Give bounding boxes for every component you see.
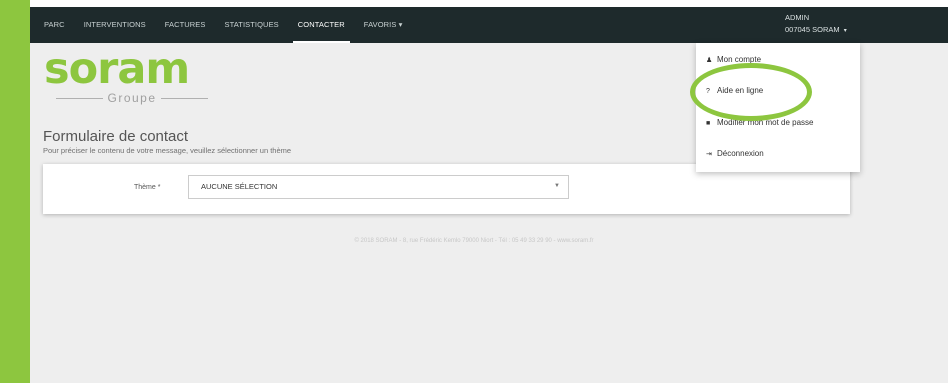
user-icon: ♟ xyxy=(706,57,713,64)
page-subtitle: Pour préciser le contenu de votre messag… xyxy=(43,146,292,155)
nav-menu: PARC INTERVENTIONS FACTURES STATISTIQUES… xyxy=(44,7,422,43)
left-accent-bar xyxy=(0,0,30,383)
nav-item-parc[interactable]: PARC xyxy=(44,7,65,43)
user-account-line: 007045 SORAM ▾ xyxy=(785,24,847,37)
sign-out-icon: ⇥ xyxy=(706,151,712,158)
menu-item-label: Déconnexion xyxy=(717,149,764,158)
nav-item-factures[interactable]: FACTURES xyxy=(165,7,206,43)
user-account: 007045 SORAM xyxy=(785,25,840,34)
top-navbar: PARC INTERVENTIONS FACTURES STATISTIQUES… xyxy=(30,7,948,43)
logo-brand: soram xyxy=(44,44,190,94)
user-menu-toggle[interactable]: ADMIN 007045 SORAM ▾ xyxy=(785,12,847,37)
nav-item-contacter[interactable]: CONTACTER xyxy=(292,7,350,43)
theme-select-value: AUCUNE SÉLECTION xyxy=(201,182,278,191)
nav-item-interventions[interactable]: INTERVENTIONS xyxy=(84,7,146,43)
top-strip xyxy=(30,0,948,7)
soram-logo: soram Groupe xyxy=(44,44,214,108)
theme-select[interactable]: AUCUNE SÉLECTION ▼ xyxy=(188,175,569,199)
caret-down-icon: ▾ xyxy=(843,28,847,34)
logo-line-right xyxy=(160,97,208,99)
user-role: ADMIN xyxy=(785,13,810,22)
logo-subtitle-row: Groupe xyxy=(56,91,208,105)
menu-item-deconnexion[interactable]: ⇥ Déconnexion xyxy=(706,149,764,158)
nav-item-favoris[interactable]: FAVORIS ▾ xyxy=(364,7,403,43)
highlight-circle xyxy=(690,63,812,121)
page-title: Formulaire de contact xyxy=(43,128,189,145)
chevron-down-icon: ▼ xyxy=(554,183,560,189)
theme-label: Thème * xyxy=(134,184,161,191)
lock-icon: ■ xyxy=(706,120,711,127)
logo-subtitle: Groupe xyxy=(107,91,157,105)
logo-line-left xyxy=(56,97,104,99)
footer-text: © 2018 SORAM - 8, rue Frédéric Kemlo 790… xyxy=(354,238,594,244)
nav-item-statistiques[interactable]: STATISTIQUES xyxy=(225,7,279,43)
